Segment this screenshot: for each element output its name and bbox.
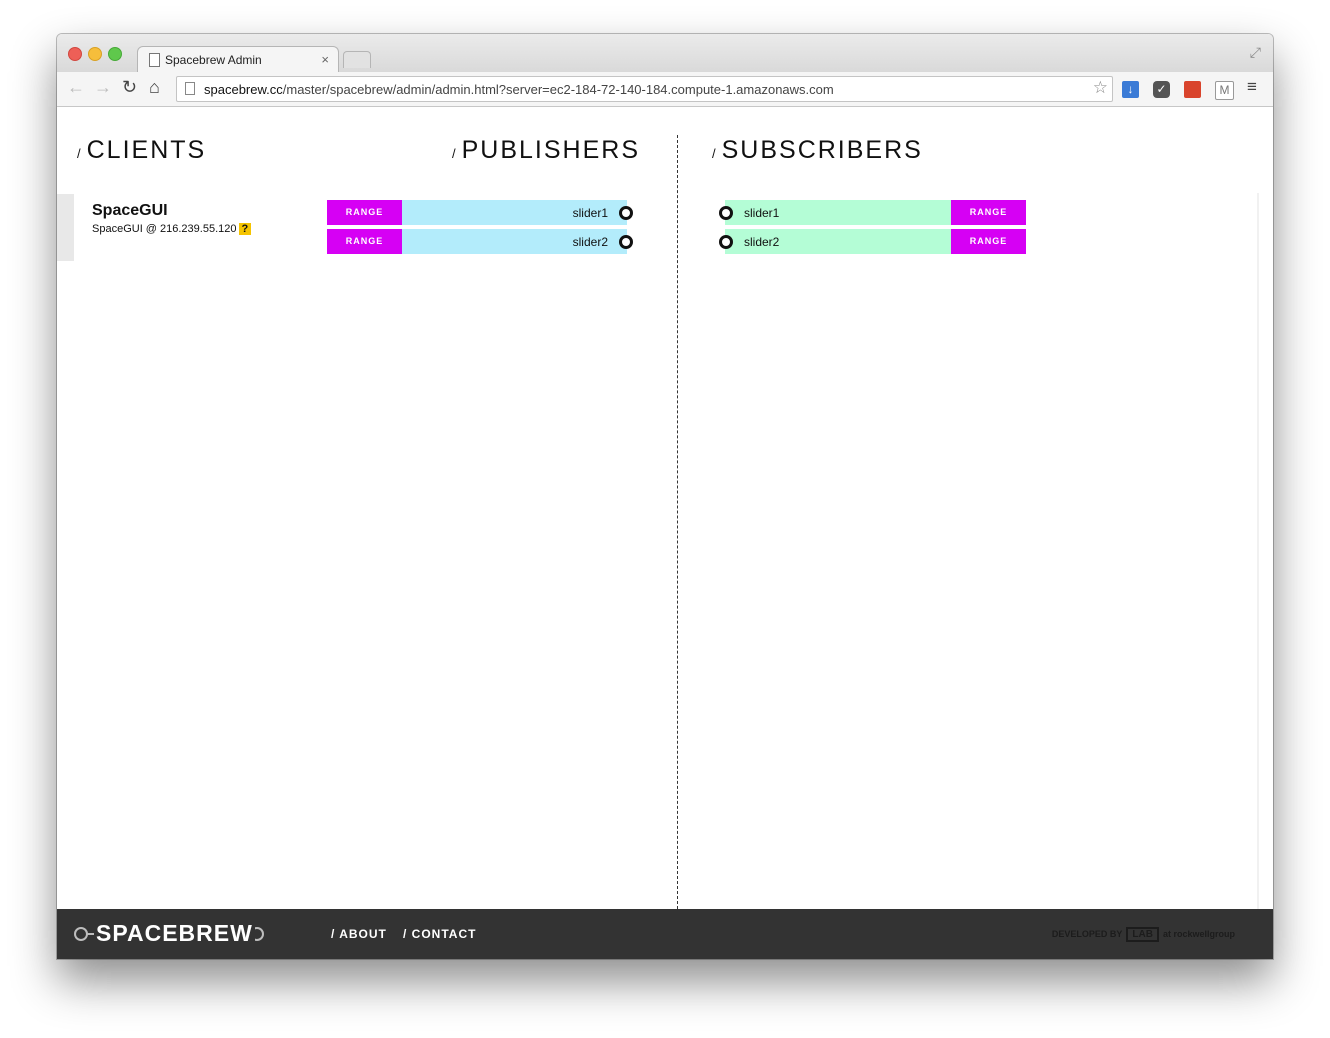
- title-bar: Spacebrew Admin × ⤢: [57, 34, 1273, 73]
- reload-icon[interactable]: ↻: [122, 77, 137, 98]
- footer: SPACEBREW / ABOUT / CONTACT DEVELOPED BY…: [57, 909, 1273, 959]
- subscriber-name: slider1: [744, 206, 780, 220]
- fullscreen-icon[interactable]: ⤢: [1250, 44, 1261, 61]
- client-selector[interactable]: [57, 194, 74, 261]
- subscriber-node-icon[interactable]: [719, 206, 733, 220]
- subscribers-heading: / SUBSCRIBERS: [712, 136, 923, 164]
- home-icon[interactable]: ⌂: [149, 77, 160, 98]
- tab-close-icon[interactable]: ×: [321, 52, 329, 67]
- about-link[interactable]: / ABOUT: [331, 927, 387, 941]
- publisher-row[interactable]: RANGE slider2: [327, 229, 633, 254]
- clients-heading: / CLIENTS: [77, 136, 207, 164]
- browser-toolbar: ← → ↻ ⌂ spacebrew.cc/master/spacebrew/ad…: [57, 72, 1273, 107]
- publisher-node-icon[interactable]: [619, 235, 633, 249]
- publisher-node-icon[interactable]: [619, 206, 633, 220]
- forward-icon[interactable]: →: [94, 77, 112, 98]
- gmail-extension-icon[interactable]: M: [1215, 81, 1234, 100]
- client-name: SpaceGUI: [92, 202, 168, 219]
- publisher-type-button[interactable]: RANGE: [327, 200, 402, 225]
- new-tab-button[interactable]: [343, 51, 371, 68]
- publisher-name: slider1: [572, 206, 608, 220]
- client-address: SpaceGUI @ 216.239.55.120?: [92, 223, 252, 235]
- publisher-row[interactable]: RANGE slider1: [327, 200, 633, 225]
- subscriber-row[interactable]: slider1 RANGE: [719, 200, 1026, 225]
- browser-tab[interactable]: Spacebrew Admin ×: [137, 46, 339, 73]
- pocket-extension-icon[interactable]: ✓: [1153, 81, 1170, 98]
- subscriber-row[interactable]: slider2 RANGE: [719, 229, 1026, 254]
- spacebrew-logo[interactable]: SPACEBREW: [74, 920, 274, 948]
- page-icon: [185, 82, 195, 95]
- browser-window: Spacebrew Admin × ⤢ ← → ↻ ⌂ spacebrew.cc…: [57, 34, 1273, 959]
- subscriber-type-button[interactable]: RANGE: [951, 229, 1026, 254]
- back-icon[interactable]: ←: [67, 77, 85, 98]
- bookmark-star-icon[interactable]: ☆: [1093, 78, 1108, 98]
- address-bar[interactable]: spacebrew.cc/master/spacebrew/admin/admi…: [176, 76, 1113, 102]
- developer-credit[interactable]: DEVELOPED BY LAB at rockwellgroup: [1052, 927, 1235, 942]
- tab-title: Spacebrew Admin: [165, 53, 262, 67]
- publisher-type-button[interactable]: RANGE: [327, 229, 402, 254]
- subscriber-type-button[interactable]: RANGE: [951, 200, 1026, 225]
- publishers-heading: / PUBLISHERS: [452, 136, 641, 164]
- bookmark-extension-icon[interactable]: [1184, 81, 1201, 98]
- logo-text: SPACEBREW: [94, 920, 255, 947]
- logo-dot-icon: [74, 927, 88, 941]
- route-divider: [677, 135, 678, 909]
- subscriber-node-icon[interactable]: [719, 235, 733, 249]
- subscriber-name: slider2: [744, 235, 780, 249]
- close-window-button[interactable]: [68, 47, 82, 61]
- zoom-window-button[interactable]: [108, 47, 122, 61]
- admin-content: / CLIENTS / PUBLISHERS / SUBSCRIBERS SpaceG…: [57, 107, 1273, 909]
- download-extension-icon[interactable]: ↓: [1122, 81, 1139, 98]
- contact-link[interactable]: / CONTACT: [403, 927, 476, 941]
- page-icon: [149, 53, 160, 67]
- right-edge: [1257, 193, 1259, 909]
- url-text[interactable]: spacebrew.cc/master/spacebrew/admin/admi…: [204, 82, 834, 97]
- minimize-window-button[interactable]: [88, 47, 102, 61]
- publisher-name: slider2: [572, 235, 608, 249]
- chrome-menu-icon[interactable]: ≡: [1247, 77, 1257, 97]
- help-badge[interactable]: ?: [238, 223, 252, 235]
